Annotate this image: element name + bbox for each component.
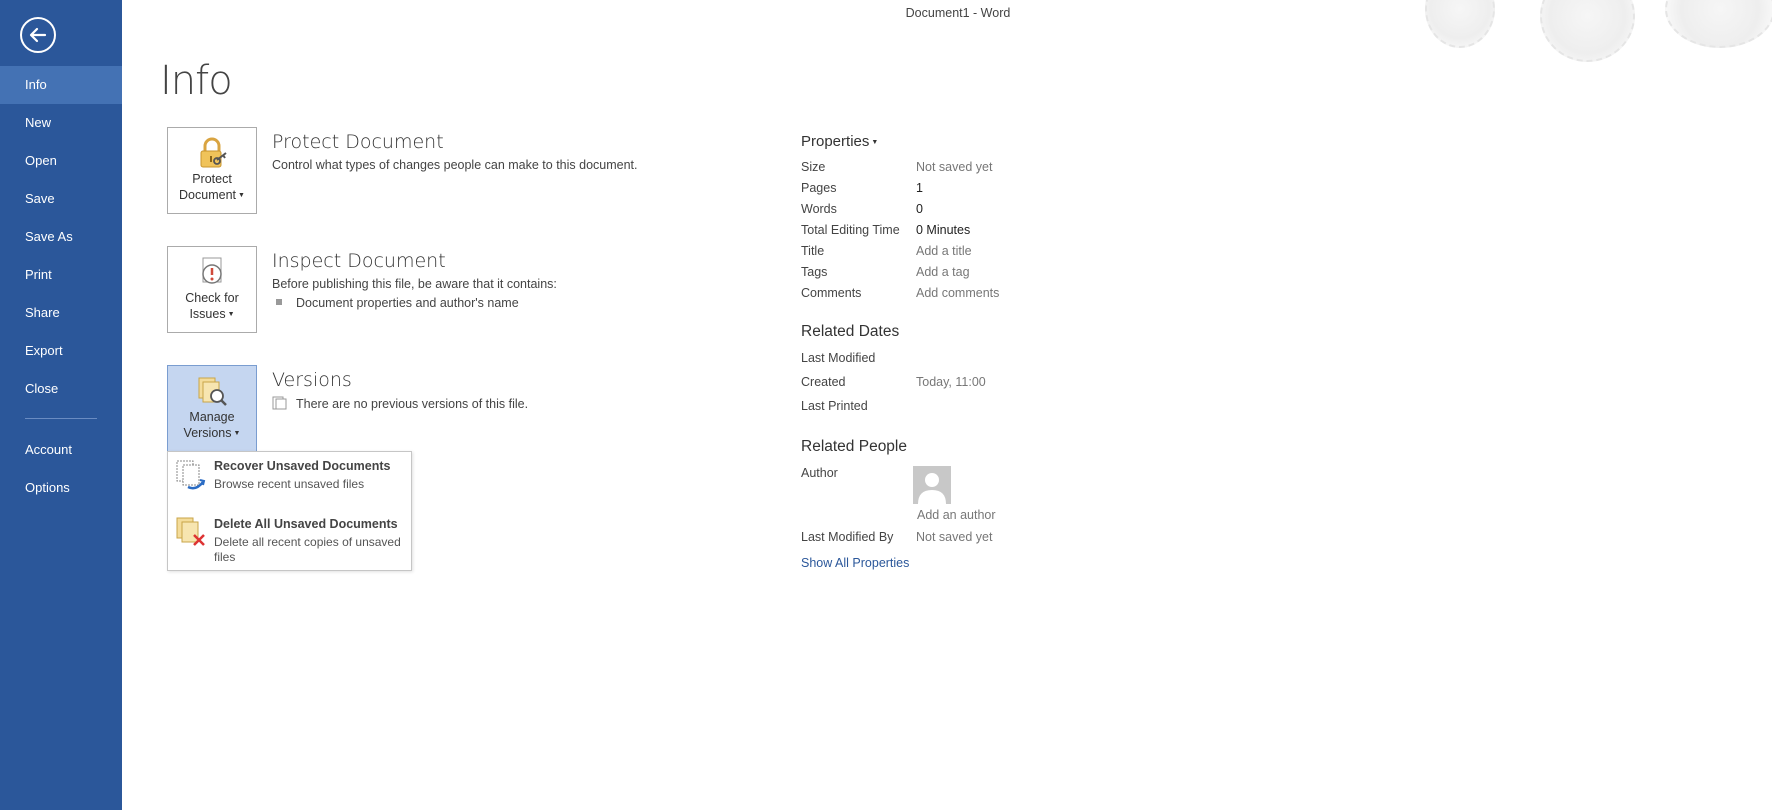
inspect-document-icon xyxy=(202,257,222,284)
property-label: Size xyxy=(801,160,826,174)
dropdown-caret-icon: ▼ xyxy=(871,139,879,146)
nav-item-options[interactable]: Options xyxy=(0,469,122,507)
property-value: 0 xyxy=(916,202,923,216)
bullet-icon xyxy=(276,299,282,305)
nav-item-export[interactable]: Export xyxy=(0,332,122,370)
backstage-nav: Info New Open Save Save As Print Share E… xyxy=(0,66,122,507)
nav-item-open[interactable]: Open xyxy=(0,142,122,180)
nav-item-info[interactable]: Info xyxy=(0,66,122,104)
back-arrow-icon xyxy=(29,27,47,43)
delete-all-unsaved-documents-title: Delete All Unsaved Documents xyxy=(214,517,398,531)
delete-all-unsaved-documents-description: Delete all recent copies of unsaved file… xyxy=(214,535,401,564)
nav-divider xyxy=(25,418,97,419)
properties-dropdown[interactable]: Properties ▼ xyxy=(801,133,878,150)
person-icon xyxy=(918,473,946,504)
show-all-properties-link[interactable]: Show All Properties xyxy=(801,556,909,570)
comments-field[interactable]: Add comments xyxy=(916,286,999,300)
inspect-document-title: Inspect Document xyxy=(272,250,446,272)
recover-unsaved-documents-description: Browse recent unsaved files xyxy=(214,477,365,491)
protect-document-title: Protect Document xyxy=(272,131,444,153)
window-title: Document1 - Word xyxy=(905,6,1011,20)
title-field[interactable]: Add a title xyxy=(916,244,972,258)
versions-title: Versions xyxy=(272,369,352,391)
delete-documents-icon xyxy=(176,517,205,546)
manage-versions-icon xyxy=(198,377,227,406)
property-value: 1 xyxy=(916,181,923,195)
recover-documents-icon xyxy=(176,460,206,490)
inspect-bullet-item: Document properties and author's name xyxy=(276,296,519,310)
recover-unsaved-documents-title: Recover Unsaved Documents xyxy=(214,459,391,473)
last-modified-by-label: Last Modified By xyxy=(801,530,894,544)
nav-item-close[interactable]: Close xyxy=(0,370,122,408)
background-decoration xyxy=(1425,0,1495,48)
property-value: Not saved yet xyxy=(916,160,993,174)
inspect-document-description: Before publishing this file, be aware th… xyxy=(272,277,557,291)
related-people-title: Related People xyxy=(801,438,907,455)
dropdown-caret-icon: ▼ xyxy=(233,430,241,437)
nav-item-print[interactable]: Print xyxy=(0,256,122,294)
backstage-sidebar: Info New Open Save Save As Print Share E… xyxy=(0,0,122,810)
property-label: Tags xyxy=(801,265,828,279)
author-label: Author xyxy=(801,466,838,480)
nav-item-save[interactable]: Save xyxy=(0,180,122,218)
property-value: 0 Minutes xyxy=(916,223,971,237)
property-label: Total Editing Time xyxy=(801,223,900,237)
date-label: Last Printed xyxy=(801,399,868,413)
nav-item-save-as[interactable]: Save As xyxy=(0,218,122,256)
date-value: Today, 11:00 xyxy=(916,375,986,389)
add-author-field[interactable]: Add an author xyxy=(917,508,996,522)
protect-document-button[interactable]: Protect Document ▼ xyxy=(167,127,257,214)
manage-versions-label: Manage Versions ▼ xyxy=(183,410,241,440)
date-label: Last Modified xyxy=(801,351,876,365)
property-label: Comments xyxy=(801,286,862,300)
manage-versions-button[interactable]: Manage Versions ▼ xyxy=(167,365,257,452)
recover-unsaved-documents-item[interactable]: Recover Unsaved Documents Browse recent … xyxy=(168,452,411,508)
protect-document-description: Control what types of changes people can… xyxy=(272,158,638,172)
property-label: Words xyxy=(801,202,837,216)
author-avatar xyxy=(913,466,951,504)
manage-versions-menu: Recover Unsaved Documents Browse recent … xyxy=(167,451,412,571)
date-label: Created xyxy=(801,375,846,389)
nav-item-account[interactable]: Account xyxy=(0,431,122,469)
property-label: Pages xyxy=(801,181,837,195)
background-decoration xyxy=(1540,0,1635,62)
versions-description: There are no previous versions of this f… xyxy=(272,396,528,411)
back-button[interactable] xyxy=(20,17,56,53)
dropdown-caret-icon: ▼ xyxy=(238,192,245,199)
last-modified-by-value: Not saved yet xyxy=(916,530,993,544)
delete-all-unsaved-documents-item[interactable]: Delete All Unsaved Documents Delete all … xyxy=(168,510,411,570)
nav-item-share[interactable]: Share xyxy=(0,294,122,332)
related-dates-title: Related Dates xyxy=(801,323,900,340)
check-for-issues-button[interactable]: Check for Issues ▼ xyxy=(167,246,257,333)
check-for-issues-label: Check for Issues ▼ xyxy=(185,291,239,321)
document-versions-icon xyxy=(272,396,287,410)
background-decoration xyxy=(1665,0,1772,48)
property-label: Title xyxy=(801,244,825,258)
page-title: Info xyxy=(160,58,233,104)
lock-key-icon xyxy=(200,137,227,168)
nav-item-new[interactable]: New xyxy=(0,104,122,142)
protect-document-label: Protect Document ▼ xyxy=(179,172,245,202)
dropdown-caret-icon: ▼ xyxy=(227,311,235,318)
tags-field[interactable]: Add a tag xyxy=(916,265,970,279)
